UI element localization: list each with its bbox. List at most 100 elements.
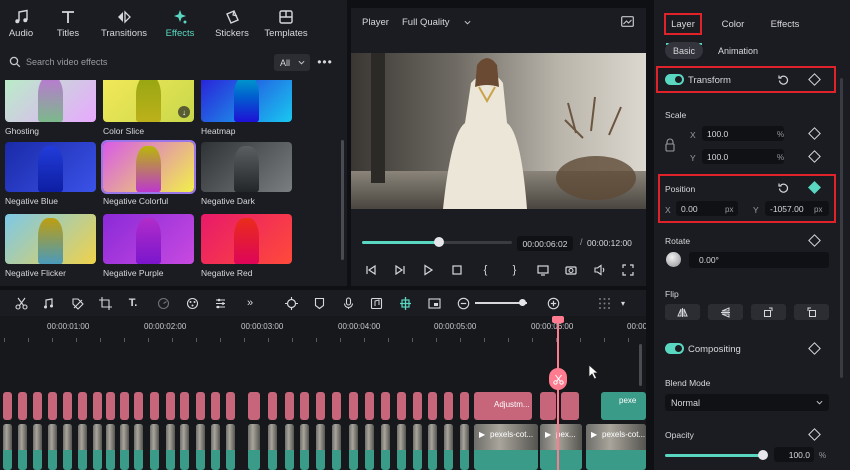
compositing-toggle[interactable] — [665, 343, 684, 354]
effect-clip[interactable] — [106, 392, 115, 420]
blend-mode-select[interactable]: Normal — [665, 394, 829, 411]
audio-tools-button[interactable] — [42, 296, 56, 310]
video-clip[interactable] — [285, 424, 294, 470]
video-clip[interactable] — [226, 424, 235, 470]
effect-clip[interactable] — [150, 392, 159, 420]
effect-clip[interactable] — [460, 392, 469, 420]
effect-clip[interactable] — [196, 392, 205, 420]
library-scrollbar[interactable] — [341, 140, 344, 260]
effect-tile[interactable]: Negative Red — [201, 214, 292, 278]
zoom-in-button[interactable] — [546, 296, 560, 310]
previous-frame-button[interactable] — [364, 263, 377, 276]
effect-clip[interactable] — [18, 392, 27, 420]
render-preview-button[interactable] — [536, 263, 549, 276]
effect-clip[interactable] — [413, 392, 422, 420]
effect-clip[interactable] — [300, 392, 309, 420]
video-clip[interactable] — [248, 424, 260, 470]
effect-clip[interactable] — [180, 392, 189, 420]
effect-clip[interactable] — [561, 392, 579, 420]
current-timecode[interactable]: 00:00:06:02 — [517, 236, 573, 251]
tab-effects[interactable]: Effects — [766, 13, 804, 35]
split-at-playhead-button[interactable] — [549, 368, 567, 390]
timeline-scrollbar[interactable] — [639, 344, 642, 386]
timeline[interactable]: 00:00:01:00 00:00:02:00 00:00:03:00 00:00:0… — [0, 316, 646, 470]
category-effects[interactable]: Effects — [154, 0, 206, 48]
play-button[interactable] — [421, 263, 434, 276]
video-clip[interactable] — [106, 424, 115, 470]
layout-dropdown[interactable]: ▾ — [616, 296, 630, 310]
camera-snapshot-button[interactable] — [564, 263, 577, 276]
video-clip[interactable] — [332, 424, 341, 470]
reset-icon[interactable] — [778, 182, 789, 193]
crop-button[interactable] — [98, 296, 112, 310]
chevron-down-icon[interactable] — [464, 19, 471, 26]
video-clip[interactable]: ▶ pex... — [540, 424, 582, 470]
video-clip[interactable] — [120, 424, 129, 470]
effect-tile[interactable]: Negative Blue — [5, 142, 96, 206]
video-clip[interactable] — [413, 424, 422, 470]
video-clip[interactable] — [93, 424, 102, 470]
video-clip[interactable] — [196, 424, 205, 470]
rotate-field[interactable]: 0.00° — [689, 252, 829, 268]
video-clip[interactable] — [316, 424, 325, 470]
video-clip[interactable] — [134, 424, 143, 470]
video-clip[interactable] — [78, 424, 87, 470]
keyframe-icon[interactable] — [808, 428, 821, 441]
scale-y-field[interactable]: 100.0 — [702, 149, 784, 164]
zoom-slider-handle[interactable] — [519, 299, 526, 306]
lock-ratio-icon[interactable] — [665, 138, 675, 152]
more-options-icon[interactable]: ••• — [317, 55, 332, 69]
category-titles[interactable]: Titles — [42, 0, 94, 48]
mark-in-button[interactable]: { — [479, 263, 492, 276]
snap-button[interactable] — [398, 296, 412, 310]
subtab-basic[interactable]: Basic — [665, 42, 703, 59]
stop-button[interactable] — [450, 263, 463, 276]
video-clip[interactable] — [349, 424, 358, 470]
effect-clip[interactable] — [444, 392, 453, 420]
keyframe-icon[interactable] — [808, 234, 821, 247]
flip-horizontal-button[interactable] — [665, 304, 700, 320]
zoom-out-button[interactable] — [456, 296, 470, 310]
video-clip[interactable] — [150, 424, 159, 470]
effect-tile[interactable]: Heatmap — [201, 80, 292, 136]
opacity-slider-handle[interactable] — [758, 450, 768, 460]
effect-clip[interactable] — [365, 392, 374, 420]
effect-clip[interactable] — [48, 392, 57, 420]
rotate-clockwise-button[interactable] — [751, 304, 786, 320]
adjust-button[interactable] — [213, 296, 227, 310]
transform-toggle[interactable] — [665, 74, 684, 85]
opacity-field[interactable]: 100.0 — [774, 447, 814, 462]
effect-clip[interactable] — [33, 392, 42, 420]
rotate-dial[interactable] — [666, 252, 681, 267]
effect-clip[interactable] — [3, 392, 12, 420]
effect-tile[interactable]: Negative Colorful — [101, 140, 196, 206]
speed-button[interactable] — [156, 296, 170, 310]
video-clip[interactable] — [211, 424, 220, 470]
video-clip[interactable] — [3, 424, 12, 470]
adjustment-clip[interactable]: Adjustm... — [474, 392, 532, 420]
category-stickers[interactable]: Stickers — [206, 0, 258, 48]
video-clip[interactable]: ▶ pexels-cot... — [586, 424, 646, 470]
video-clip[interactable] — [63, 424, 72, 470]
render-button[interactable] — [284, 296, 298, 310]
playback-progress[interactable] — [362, 237, 512, 247]
video-clip[interactable] — [460, 424, 469, 470]
next-frame-button[interactable] — [393, 263, 406, 276]
effect-clip[interactable] — [540, 392, 556, 420]
video-clip[interactable] — [166, 424, 175, 470]
effect-tile[interactable]: Negative Dark — [201, 142, 292, 206]
opacity-slider[interactable] — [665, 454, 763, 457]
mark-out-button[interactable]: } — [508, 263, 521, 276]
record-voice-button[interactable] — [341, 296, 355, 310]
video-clip[interactable] — [428, 424, 437, 470]
keyframe-icon[interactable] — [808, 342, 821, 355]
split-button[interactable] — [14, 296, 28, 310]
search-input[interactable] — [26, 54, 256, 70]
category-templates[interactable]: Templates — [258, 0, 314, 48]
effect-clip[interactable] — [381, 392, 390, 420]
time-ruler[interactable]: 00:00:01:00 00:00:02:00 00:00:03:00 00:00:0… — [0, 316, 646, 342]
tab-color[interactable]: Color — [718, 13, 748, 35]
effect-clip[interactable] — [316, 392, 325, 420]
reset-icon[interactable] — [778, 74, 789, 85]
effect-tile[interactable]: ↓ Color Slice — [103, 80, 194, 136]
